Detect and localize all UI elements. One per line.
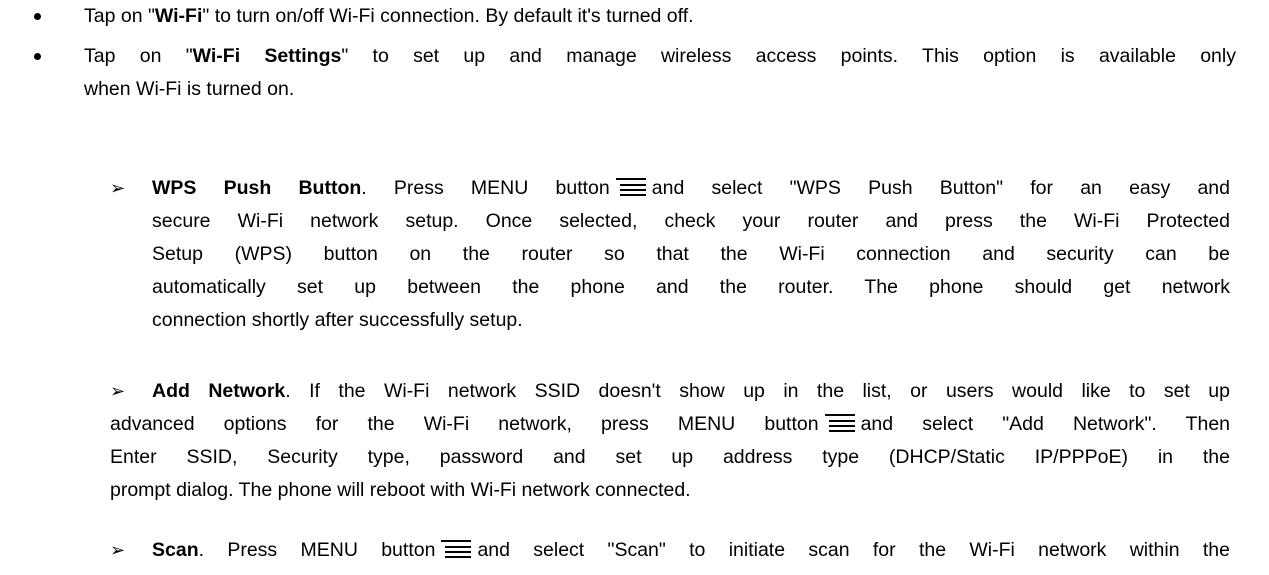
- bold-term: Wi-Fi Settings: [192, 45, 342, 67]
- text-line: Scan. Press MENU button and select "Scan"…: [152, 534, 1230, 567]
- arrow-bullet-icon: ➢: [110, 381, 126, 402]
- arrow-bullet-icon: ➢: [110, 540, 126, 561]
- text-segment: Tap on ": [84, 45, 193, 67]
- bullet-text: Tap on "Wi-Fi Settings" to set up and ma…: [84, 40, 1236, 106]
- bold-term: Scan: [152, 539, 199, 561]
- menu-icon: [615, 178, 646, 196]
- text-line: WPS Push Button. Press MENU button and se…: [152, 172, 1230, 205]
- text-line: Setup (WPS) button on the router so that…: [152, 243, 1230, 265]
- text-line: connection shortly after successfully se…: [152, 309, 523, 331]
- text-segment: Tap on ": [84, 5, 155, 27]
- text-segment: and select "WPS Push Button" for an easy…: [651, 177, 1230, 199]
- text-line: prompt dialog. The phone will reboot wit…: [110, 479, 691, 501]
- disc-bullet-icon: [34, 13, 41, 20]
- bullet-text: Tap on "Wi-Fi" to turn on/off Wi-Fi conn…: [84, 0, 1236, 33]
- text-line: automatically set up between the phone a…: [152, 276, 1230, 298]
- disc-bullet-icon: [34, 53, 41, 60]
- arrow-bullet-icon: ➢: [110, 178, 126, 199]
- menu-icon: [824, 414, 855, 432]
- text-segment: . Press MENU button: [198, 539, 436, 561]
- text-segment: " to set up and manage wireless access p…: [341, 45, 1236, 67]
- text-segment: . Press MENU button: [361, 177, 610, 199]
- bold-term: WPS Push Button: [152, 177, 362, 199]
- text-line: secure Wi-Fi network setup. Once selecte…: [152, 210, 1230, 232]
- bold-term: Add Network: [152, 380, 286, 402]
- sub-item-continuation: advanced options for the Wi-Fi network, …: [110, 408, 1230, 507]
- bold-term: Wi-Fi: [154, 5, 203, 27]
- text-line: Enter SSID, Security type, password and …: [110, 446, 1230, 468]
- text-segment: " to turn on/off Wi-Fi connection. By de…: [202, 5, 694, 27]
- text-line: Tap on "Wi-Fi Settings" to set up and ma…: [84, 40, 1236, 73]
- text-segment: . If the Wi-Fi network SSID doesn't show…: [285, 380, 1230, 402]
- menu-icon: [441, 540, 472, 558]
- text-line: advanced options for the Wi-Fi network, …: [110, 408, 1230, 441]
- sub-item-text: Scan. Press MENU button and select "Scan"…: [152, 534, 1230, 567]
- text-line: when Wi-Fi is turned on.: [84, 78, 295, 100]
- text-segment: and select "Scan" to initiate scan for t…: [477, 539, 1230, 561]
- sub-item-text: Add Network. If the Wi-Fi network SSID d…: [152, 375, 1230, 408]
- text-segment: and select "Add Network". Then: [860, 413, 1231, 435]
- sub-item-continuation: secure Wi-Fi network setup. Once selecte…: [152, 205, 1230, 337]
- text-line: Add Network. If the Wi-Fi network SSID d…: [152, 375, 1230, 408]
- document-page: Tap on "Wi-Fi" to turn on/off Wi-Fi conn…: [0, 0, 1269, 575]
- sub-item-text: WPS Push Button. Press MENU button and se…: [152, 172, 1230, 205]
- text-segment: advanced options for the Wi-Fi network, …: [110, 413, 819, 435]
